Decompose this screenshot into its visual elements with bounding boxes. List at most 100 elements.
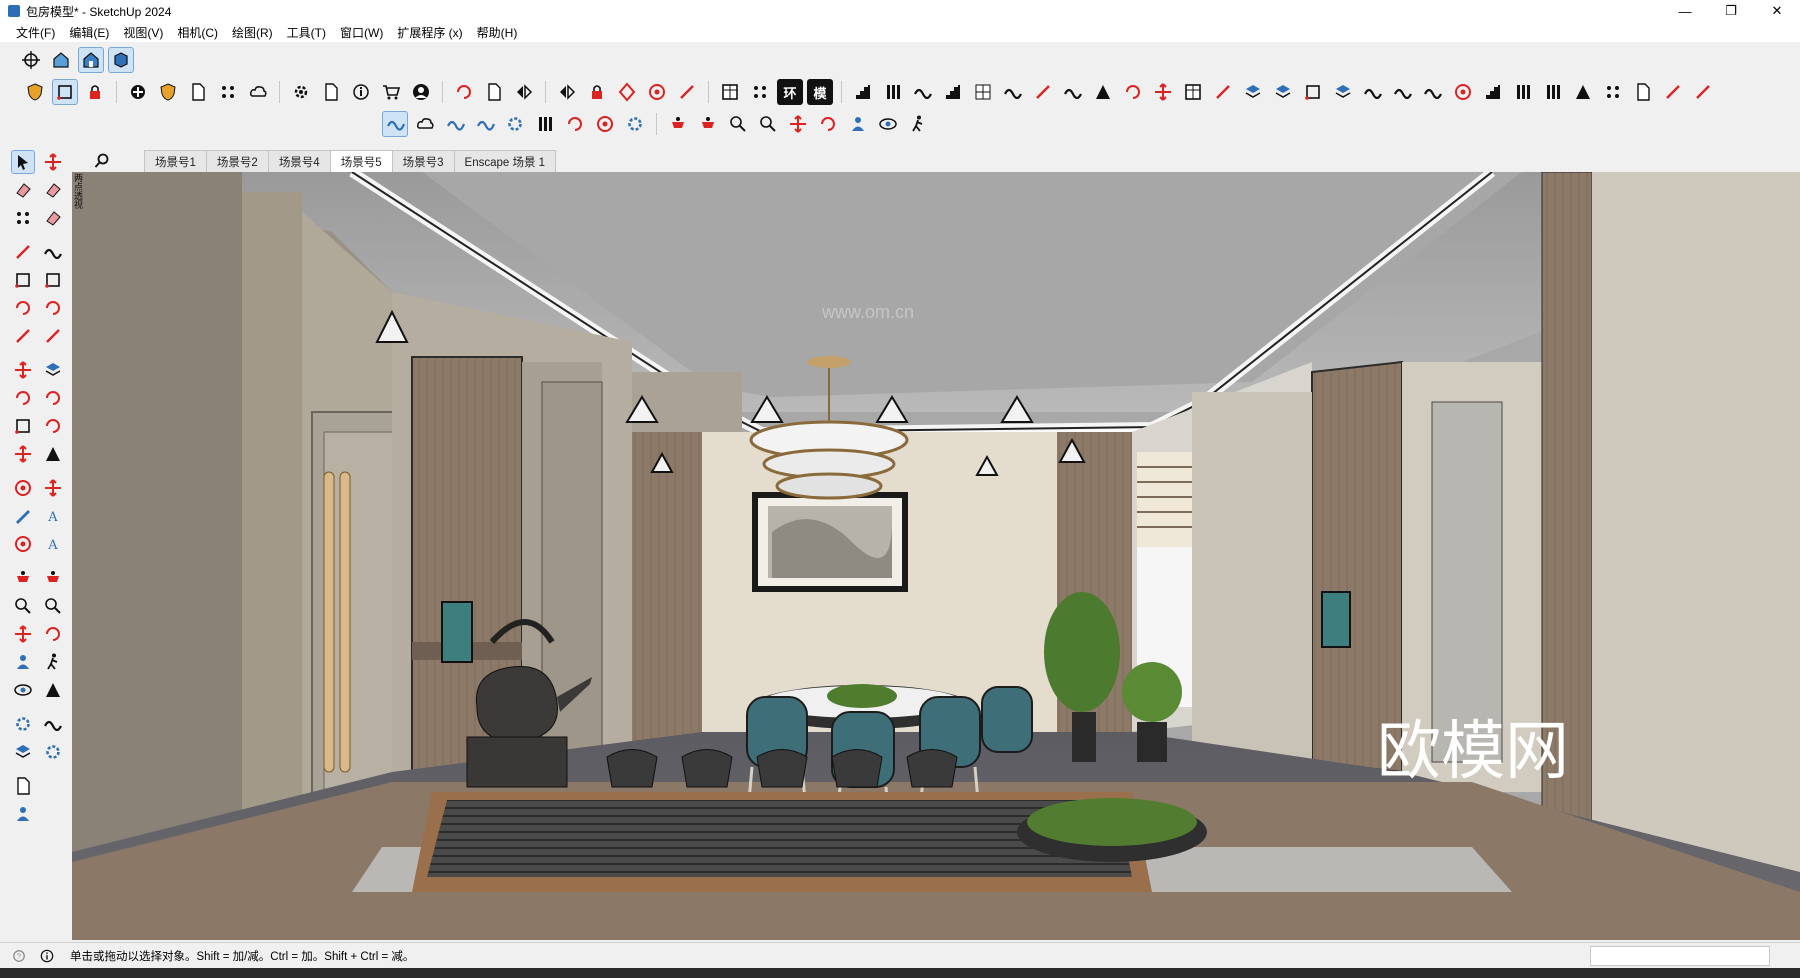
ext-tool-21-button[interactable]	[1450, 79, 1476, 105]
palette-tool-14-0-button[interactable]	[11, 476, 35, 500]
tab-enscape-scene-1[interactable]: Enscape 场景 1	[453, 150, 557, 172]
palette-tool-1-1-button[interactable]	[41, 178, 65, 202]
move-lock-button[interactable]	[82, 79, 108, 105]
target-button[interactable]	[644, 79, 670, 105]
palette-tool-25-1-button[interactable]	[41, 740, 65, 764]
shield2-button[interactable]	[155, 79, 181, 105]
ext-tool-22-button[interactable]	[1480, 79, 1506, 105]
enscape-tool-1-button[interactable]	[382, 111, 408, 137]
flip-button[interactable]	[554, 79, 580, 105]
tab-scene-2[interactable]: 场景号2	[205, 150, 269, 172]
palette-tool-4-0-button[interactable]	[11, 240, 35, 264]
ext-tool-15-button[interactable]	[1270, 79, 1296, 105]
palette-tool-9-0-button[interactable]	[11, 358, 35, 382]
ext-tool-29-button[interactable]	[1690, 79, 1716, 105]
camera-tool-4-button[interactable]	[755, 111, 781, 137]
palette-tool-15-0-button[interactable]	[11, 504, 35, 528]
palette-tool-16-1-button[interactable]: A	[41, 532, 65, 556]
menu-camera[interactable]: 相机(C)	[177, 24, 218, 41]
palette-tool-18-1-button[interactable]	[41, 566, 65, 590]
palette-tool-14-1-button[interactable]	[41, 476, 65, 500]
document-button[interactable]	[481, 79, 507, 105]
ext-tool-26-button[interactable]	[1600, 79, 1626, 105]
palette-tool-6-0-button[interactable]	[11, 296, 35, 320]
palette-tool-18-0-button[interactable]	[11, 566, 35, 590]
palette-tool-10-1-button[interactable]	[41, 386, 65, 410]
dice-button[interactable]	[747, 79, 773, 105]
palette-tool-15-1-button[interactable]: A	[41, 504, 65, 528]
palette-tool-0-0-button[interactable]	[11, 150, 35, 174]
ext-tool-13-button[interactable]	[1210, 79, 1236, 105]
ext-tool-27-button[interactable]	[1630, 79, 1656, 105]
enscape-tool-4-button[interactable]	[472, 111, 498, 137]
palette-tool-19-1-button[interactable]	[41, 594, 65, 618]
ext-tool-24-button[interactable]	[1540, 79, 1566, 105]
ext-tool-9-button[interactable]	[1090, 79, 1116, 105]
enscape-tool-2-button[interactable]	[412, 111, 438, 137]
menu-window[interactable]: 窗口(W)	[340, 24, 383, 41]
ext-tool-4-button[interactable]	[940, 79, 966, 105]
redo-button[interactable]	[511, 79, 537, 105]
top-view-button[interactable]	[48, 47, 74, 73]
camera-tool-2-button[interactable]	[695, 111, 721, 137]
enscape-tool-3-button[interactable]	[442, 111, 468, 137]
ring-text-button[interactable]: 环	[777, 79, 803, 105]
front-view-button[interactable]	[78, 47, 104, 73]
palette-tool-1-0-button[interactable]	[11, 178, 35, 202]
palette-tool-5-0-button[interactable]	[11, 268, 35, 292]
menu-file[interactable]: 文件(F)	[16, 24, 55, 41]
restore-button[interactable]: ❐	[1708, 0, 1754, 22]
palette-tool-20-0-button[interactable]	[11, 622, 35, 646]
camera-tool-9-button[interactable]	[905, 111, 931, 137]
ext-tool-20-button[interactable]	[1420, 79, 1446, 105]
ext-tool-17-button[interactable]	[1330, 79, 1356, 105]
camera-tool-6-button[interactable]	[815, 111, 841, 137]
palette-tool-16-0-button[interactable]	[11, 532, 35, 556]
enscape-tool-5-button[interactable]	[502, 111, 528, 137]
component-button[interactable]	[318, 79, 344, 105]
undo-button[interactable]	[451, 79, 477, 105]
tab-scene-1[interactable]: 场景号1	[144, 150, 207, 172]
menu-view[interactable]: 视图(V)	[123, 24, 163, 41]
shield-tool-button[interactable]	[22, 79, 48, 105]
camera-tool-3-button[interactable]	[725, 111, 751, 137]
tab-scene-4[interactable]: 场景号4	[267, 150, 331, 172]
camera-tool-1-button[interactable]	[665, 111, 691, 137]
measurements-box[interactable]	[1590, 946, 1770, 966]
palette-tool-12-0-button[interactable]	[11, 442, 35, 466]
cart-button[interactable]	[378, 79, 404, 105]
palette-tool-24-0-button[interactable]	[11, 712, 35, 736]
menu-extensions[interactable]: 扩展程序 (x)	[397, 24, 462, 41]
palette-tool-10-0-button[interactable]	[11, 386, 35, 410]
palette-tool-28-0-button[interactable]	[11, 802, 35, 826]
ext-tool-28-button[interactable]	[1660, 79, 1686, 105]
palette-tool-21-0-button[interactable]	[11, 650, 35, 674]
palette-tool-2-0-button[interactable]	[11, 206, 35, 230]
iso-view-button[interactable]	[18, 47, 44, 73]
ext-tool-25-button[interactable]	[1570, 79, 1596, 105]
ext-tool-12-button[interactable]	[1180, 79, 1206, 105]
ext-tool-8-button[interactable]	[1060, 79, 1086, 105]
ext-tool-6-button[interactable]	[1000, 79, 1026, 105]
palette-tool-22-0-button[interactable]	[11, 678, 35, 702]
table-button[interactable]	[717, 79, 743, 105]
checker-button[interactable]	[215, 79, 241, 105]
palette-tool-9-1-button[interactable]	[41, 358, 65, 382]
menu-help[interactable]: 帮助(H)	[477, 24, 518, 41]
diamond-button[interactable]	[614, 79, 640, 105]
ext-tool-5-button[interactable]	[970, 79, 996, 105]
enscape-tool-7-button[interactable]	[562, 111, 588, 137]
select-box-button[interactable]	[52, 79, 78, 105]
palette-tool-6-1-button[interactable]	[41, 296, 65, 320]
camera-tool-7-button[interactable]	[845, 111, 871, 137]
ext-tool-11-button[interactable]	[1150, 79, 1176, 105]
tab-scene-5[interactable]: 场景号5	[329, 150, 393, 172]
menu-edit[interactable]: 编辑(E)	[69, 24, 109, 41]
add-button[interactable]	[125, 79, 151, 105]
menu-draw[interactable]: 绘图(R)	[232, 24, 273, 41]
palette-tool-25-0-button[interactable]	[11, 740, 35, 764]
perspective-view-button[interactable]	[108, 47, 134, 73]
settings-button[interactable]	[288, 79, 314, 105]
enscape-tool-8-button[interactable]	[592, 111, 618, 137]
library-button[interactable]	[185, 79, 211, 105]
